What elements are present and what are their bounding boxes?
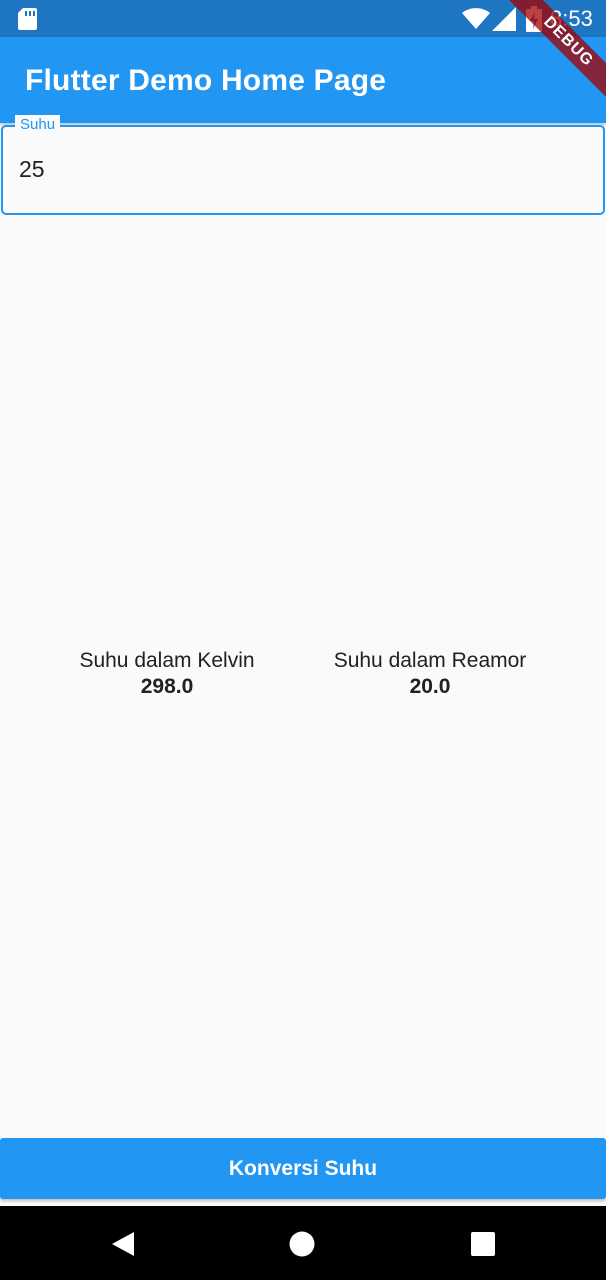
status-clock: 8:53 xyxy=(550,6,593,31)
system-nav-bar xyxy=(0,1206,606,1280)
reamor-label: Suhu dalam Reamor xyxy=(333,649,527,672)
back-icon[interactable] xyxy=(110,1231,136,1257)
app-screen: 8:53 Flutter Demo Home Page DEBUG Suhu 2… xyxy=(0,0,606,1280)
kelvin-value: 298.0 xyxy=(140,675,194,698)
reamor-value: 20.0 xyxy=(409,675,451,698)
status-bar: 8:53 xyxy=(0,0,606,37)
wifi-icon xyxy=(462,8,490,29)
suhu-field-label: Suhu xyxy=(15,115,61,135)
sd-card-icon xyxy=(18,8,37,30)
reamor-result: Suhu dalam Reamor 20.0 xyxy=(320,648,540,700)
home-icon[interactable] xyxy=(289,1231,315,1257)
recents-icon[interactable] xyxy=(471,1232,495,1256)
kelvin-result: Suhu dalam Kelvin 298.0 xyxy=(62,648,272,700)
page-title: Flutter Demo Home Page xyxy=(25,64,387,97)
convert-button[interactable]: Konversi Suhu xyxy=(0,1138,606,1199)
kelvin-label: Suhu dalam Kelvin xyxy=(79,649,255,672)
suhu-input-value[interactable]: 25 xyxy=(19,155,45,183)
app-bar: Flutter Demo Home Page xyxy=(0,37,606,123)
suhu-input-field[interactable]: Suhu 25 xyxy=(1,115,605,215)
battery-charging-icon xyxy=(526,6,542,32)
cell-signal-icon xyxy=(492,7,516,31)
